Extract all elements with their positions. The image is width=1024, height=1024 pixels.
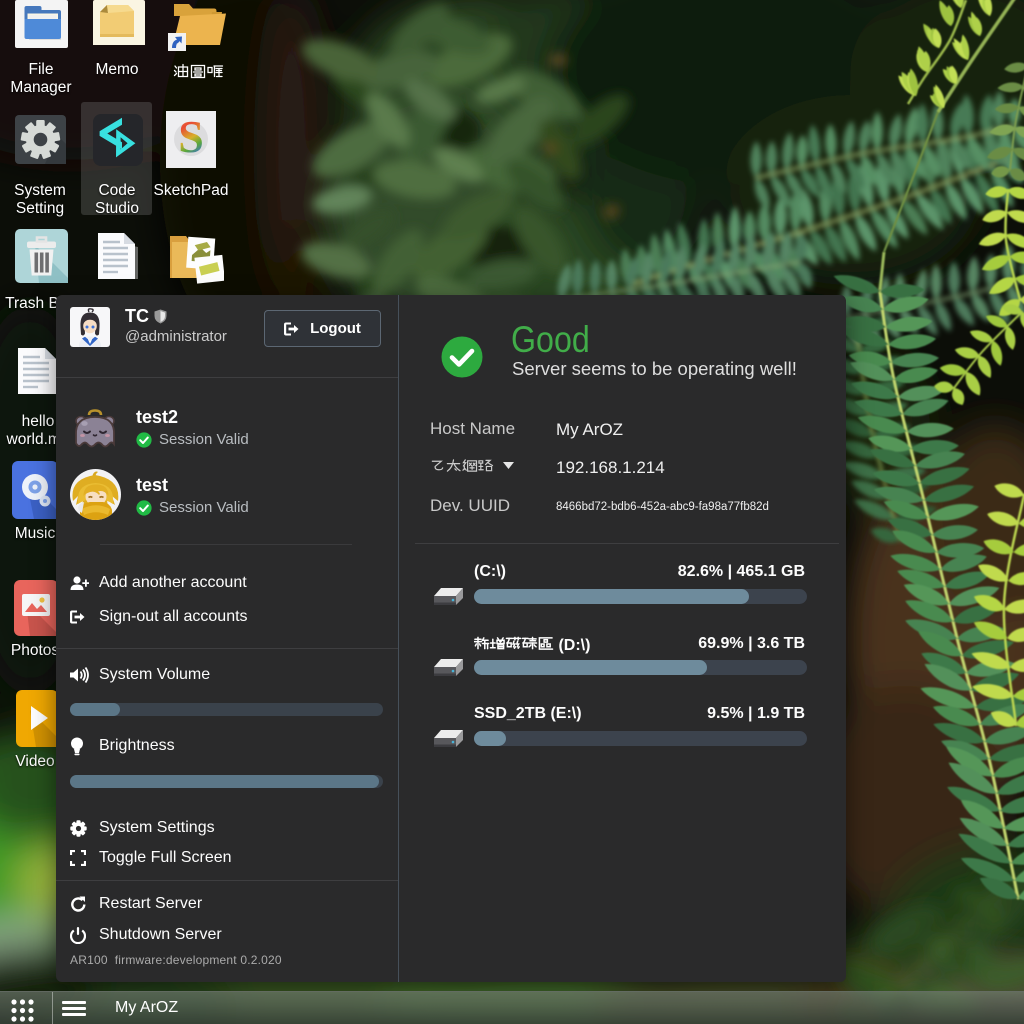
svg-text:S: S xyxy=(178,111,204,162)
